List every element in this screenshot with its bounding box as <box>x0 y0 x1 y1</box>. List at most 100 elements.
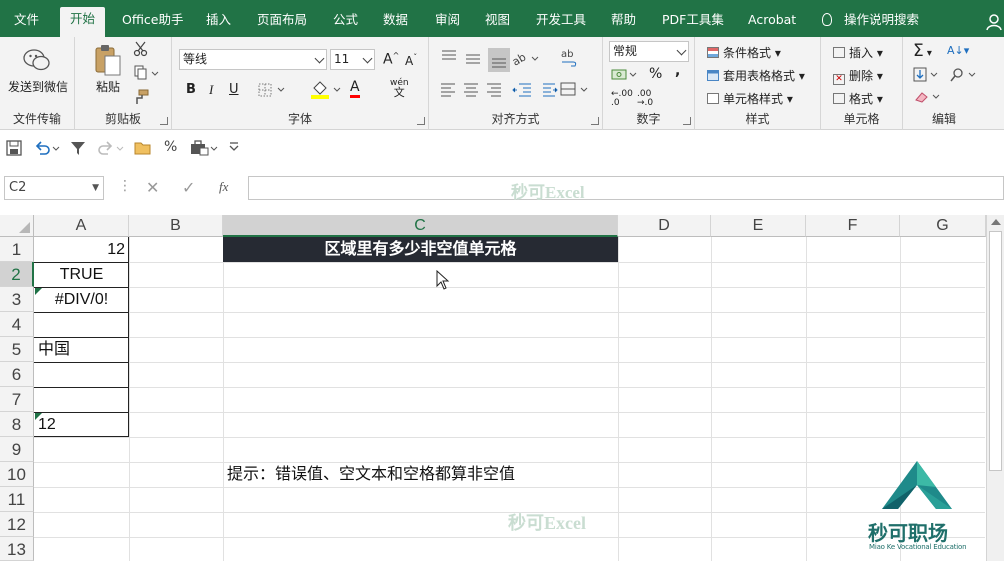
number-format-select[interactable]: 常规 <box>609 41 689 62</box>
row-header-1[interactable]: 1 <box>0 237 34 262</box>
row-header-10[interactable]: 10 <box>0 462 34 487</box>
formula-input[interactable]: 秒可Excel <box>248 176 1004 202</box>
row-header-3[interactable]: 3 <box>0 287 34 312</box>
column-header-a[interactable]: A <box>34 215 129 237</box>
vertical-scrollbar[interactable] <box>986 215 1004 561</box>
column-header-f[interactable]: F <box>806 215 900 237</box>
phonetic-guide-button[interactable]: wén 文 <box>390 78 409 99</box>
grow-font-icon[interactable]: A^ <box>383 51 399 68</box>
tab-formulas[interactable]: 公式 <box>333 8 358 37</box>
undo-icon[interactable] <box>34 140 62 156</box>
row-header-11[interactable]: 11 <box>0 487 34 512</box>
confirm-entry-icon[interactable]: ✓ <box>182 178 195 197</box>
clipboard-launcher-icon[interactable] <box>160 117 168 125</box>
tab-view[interactable]: 视图 <box>485 8 510 37</box>
row-header-12[interactable]: 12 <box>0 512 34 537</box>
row-header-8[interactable]: 8 <box>0 412 34 437</box>
worksheet-grid[interactable]: A B C D E F G 1 2 3 4 5 6 7 8 9 10 11 12… <box>0 215 1004 561</box>
column-header-c[interactable]: C <box>223 215 618 237</box>
sort-filter-button[interactable]: A↓▾ <box>947 44 969 57</box>
row-header-2[interactable]: 2 <box>0 262 34 287</box>
send-to-wechat-button[interactable]: 发送到微信 <box>8 78 68 95</box>
format-painter-icon[interactable] <box>133 89 149 105</box>
currency-icon[interactable] <box>611 67 639 83</box>
delete-cells-button[interactable]: ✕ 删除 ▾ <box>833 67 883 85</box>
format-as-table-button[interactable]: 套用表格格式 ▾ <box>707 67 805 84</box>
name-box[interactable]: C2 ▼ <box>4 176 104 200</box>
tab-page-layout[interactable]: 页面布局 <box>257 8 307 37</box>
column-header-d[interactable]: D <box>618 215 711 237</box>
insert-cells-button[interactable]: 插入 ▾ <box>833 44 883 61</box>
horizontal-align-icons[interactable] <box>439 81 559 97</box>
cell-a5[interactable]: 中国 <box>34 337 129 362</box>
cell-a3[interactable]: #DIV/0! <box>34 287 129 312</box>
font-name-select[interactable]: 等线 <box>179 49 327 70</box>
cell-a2[interactable]: TRUE <box>34 262 129 287</box>
row-header-13[interactable]: 13 <box>0 537 34 561</box>
column-header-b[interactable]: B <box>129 215 223 237</box>
bold-button[interactable]: B <box>186 82 196 97</box>
filter-icon[interactable] <box>70 140 86 156</box>
conditional-format-button[interactable]: 条件格式 ▾ <box>707 44 781 61</box>
account-icon[interactable] <box>986 13 1004 31</box>
font-color-button[interactable]: A <box>350 80 360 98</box>
vertical-align-icons[interactable] <box>439 47 511 73</box>
clear-icon[interactable] <box>913 90 943 104</box>
percent-button[interactable]: % <box>649 66 662 82</box>
format-cells-button[interactable]: 格式 ▾ <box>833 90 883 107</box>
increase-decimal-button[interactable]: ←.00.0 <box>611 90 633 108</box>
copy-icon[interactable] <box>133 65 159 81</box>
cell-c1-title[interactable]: 区域里有多少非空值单元格 <box>223 237 618 262</box>
paste-icon[interactable] <box>93 43 123 77</box>
cell-a1[interactable]: 12 <box>34 237 129 262</box>
cut-icon[interactable] <box>133 41 149 57</box>
shrink-font-icon[interactable]: Aˇ <box>405 53 417 68</box>
column-header-e[interactable]: E <box>711 215 806 237</box>
comma-style-button[interactable]: , <box>675 63 680 79</box>
cell-c10-hint[interactable]: 提示：错误值、空文本和空格都算非空值 <box>223 462 618 487</box>
tab-home[interactable]: 开始 <box>60 7 106 37</box>
insert-function-button[interactable]: fx <box>219 179 228 195</box>
customize-qat-icon[interactable] <box>228 141 240 153</box>
tab-file[interactable]: 文件 <box>14 8 39 37</box>
tab-review[interactable]: 审阅 <box>435 8 460 37</box>
fill-down-icon[interactable] <box>913 67 941 83</box>
orientation-icon[interactable]: ab <box>511 49 543 69</box>
autosum-button[interactable]: Σ ▾ <box>913 41 932 61</box>
italic-button[interactable]: I <box>209 82 213 98</box>
toolbox-icon[interactable] <box>190 140 218 156</box>
name-box-dropdown-icon[interactable]: ▼ <box>92 177 99 199</box>
font-launcher-icon[interactable] <box>417 117 425 125</box>
tab-office-assistant[interactable]: Office助手 <box>122 8 184 37</box>
wrap-text-icon[interactable]: ab <box>559 47 579 69</box>
find-select-icon[interactable] <box>949 67 979 83</box>
tab-data[interactable]: 数据 <box>383 8 408 37</box>
wechat-icon[interactable] <box>22 47 52 73</box>
cancel-entry-icon[interactable]: ✕ <box>146 178 159 197</box>
number-as-text-indicator-icon[interactable] <box>35 413 42 420</box>
tab-acrobat[interactable]: Acrobat <box>748 8 796 37</box>
row-header-4[interactable]: 4 <box>0 312 34 337</box>
merge-center-icon[interactable] <box>559 81 591 97</box>
open-folder-icon[interactable] <box>134 140 152 156</box>
tell-me-search[interactable]: 操作说明搜索 <box>822 8 919 32</box>
redo-icon[interactable] <box>98 140 126 156</box>
percent-style-icon[interactable]: % <box>164 139 177 155</box>
row-header-5[interactable]: 5 <box>0 337 34 362</box>
select-all-corner[interactable] <box>0 215 34 237</box>
number-launcher-icon[interactable] <box>683 117 691 125</box>
font-size-select[interactable]: 11 <box>330 49 375 70</box>
paste-button[interactable]: 粘贴 <box>96 78 120 95</box>
tab-help[interactable]: 帮助 <box>611 8 636 37</box>
row-header-7[interactable]: 7 <box>0 387 34 412</box>
tab-developer[interactable]: 开发工具 <box>536 8 586 37</box>
fill-color-icon[interactable] <box>310 80 342 100</box>
save-icon[interactable] <box>6 140 22 156</box>
underline-button[interactable]: U <box>229 82 239 97</box>
tab-insert[interactable]: 插入 <box>206 8 231 37</box>
column-header-g[interactable]: G <box>900 215 986 237</box>
tab-pdf-tools[interactable]: PDF工具集 <box>662 8 724 37</box>
row-header-9[interactable]: 9 <box>0 437 34 462</box>
cell-a8[interactable]: 12 <box>34 412 129 437</box>
alignment-launcher-icon[interactable] <box>591 117 599 125</box>
